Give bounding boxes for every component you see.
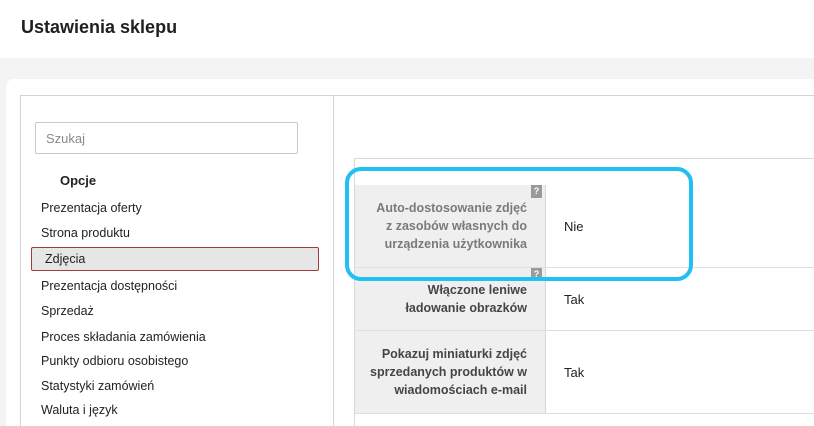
setting-label: Włączone leniwe ładowanie obrazków ? bbox=[355, 268, 546, 330]
table-row: Auto-dostosowanie zdjęć z zasobów własny… bbox=[355, 185, 814, 268]
sidebar-item-statystyki-zamowien[interactable]: Statystyki zamówień bbox=[31, 374, 319, 398]
setting-value[interactable]: Tak bbox=[547, 268, 584, 330]
sidebar-item-zdjecia[interactable]: Zdjęcia bbox=[31, 247, 319, 271]
setting-value[interactable]: Tak bbox=[547, 331, 584, 413]
sidebar-item-proces-skladania-zamowienia[interactable]: Proces składania zamówienia bbox=[31, 325, 319, 349]
setting-label-text: Włączone leniwe ładowanie obrazków bbox=[405, 283, 527, 315]
setting-label-text: Auto-dostosowanie zdjęć z zasobów własny… bbox=[376, 201, 527, 251]
table-row: Pokazuj miniaturki zdjęć sprzedanych pro… bbox=[355, 331, 814, 414]
sidebar-item-strona-produktu[interactable]: Strona produktu bbox=[31, 221, 319, 245]
settings-sidebar: Opcje Prezentacja oferty Strona produktu… bbox=[20, 95, 334, 426]
setting-value[interactable]: Nie bbox=[547, 185, 584, 267]
sidebar-section-title: Opcje bbox=[60, 173, 97, 188]
table-row: Włączone leniwe ładowanie obrazków ? Tak bbox=[355, 268, 814, 331]
sidebar-item-waluta-i-jezyk[interactable]: Waluta i język bbox=[31, 398, 319, 422]
settings-table: Auto-dostosowanie zdjęć z zasobów własny… bbox=[354, 158, 814, 426]
settings-content: Auto-dostosowanie zdjęć z zasobów własny… bbox=[334, 95, 814, 426]
help-icon[interactable]: ? bbox=[531, 268, 542, 281]
search-input[interactable] bbox=[35, 122, 298, 154]
sidebar-item-prezentacja-dostepnosci[interactable]: Prezentacja dostępności bbox=[31, 274, 319, 298]
setting-label: Pokazuj miniaturki zdjęć sprzedanych pro… bbox=[355, 331, 546, 413]
page-header: Ustawienia sklepu bbox=[0, 0, 814, 58]
page-title: Ustawienia sklepu bbox=[21, 17, 178, 37]
setting-label: Auto-dostosowanie zdjęć z zasobów własny… bbox=[355, 185, 546, 267]
sidebar-item-prezentacja-oferty[interactable]: Prezentacja oferty bbox=[31, 196, 319, 220]
sidebar-item-punkty-odbioru[interactable]: Punkty odbioru osobistego bbox=[31, 349, 319, 373]
sidebar-item-sprzedaz[interactable]: Sprzedaż bbox=[31, 299, 319, 323]
setting-label-text: Pokazuj miniaturki zdjęć sprzedanych pro… bbox=[370, 347, 527, 397]
help-icon[interactable]: ? bbox=[531, 185, 542, 198]
